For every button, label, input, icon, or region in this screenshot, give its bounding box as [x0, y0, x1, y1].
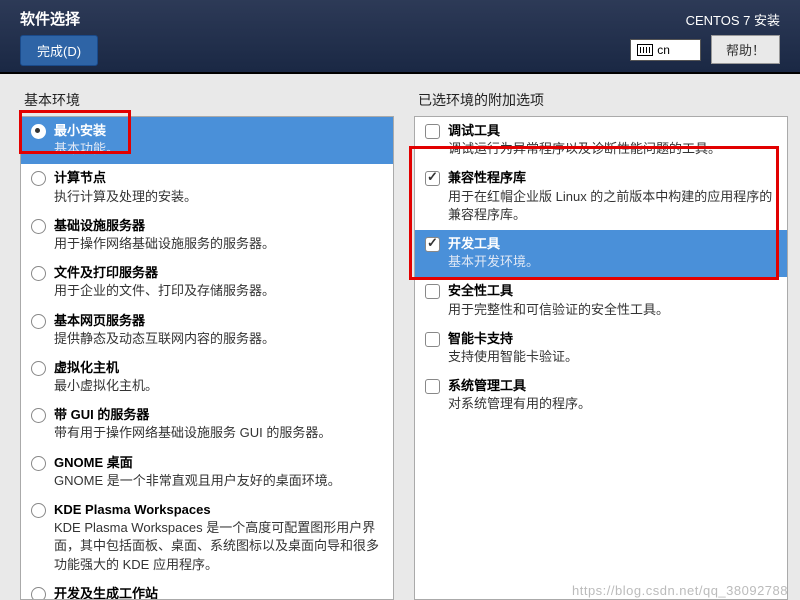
- option-title: 基础设施服务器: [54, 217, 385, 235]
- keyboard-layout-indicator[interactable]: cn: [630, 39, 701, 61]
- checkbox-icon: [425, 124, 440, 139]
- base-environment-scroll[interactable]: 最小安装基本功能。计算节点执行计算及处理的安装。基础设施服务器用于操作网络基础设…: [21, 117, 393, 599]
- option-title: 虚拟化主机: [54, 359, 385, 377]
- option-description: 支持使用智能卡验证。: [448, 348, 779, 366]
- option-description: KDE Plasma Workspaces 是一个高度可配置图形用户界面，其中包…: [54, 519, 385, 574]
- environment-option[interactable]: 基本网页服务器提供静态及动态互联网内容的服务器。: [21, 307, 393, 354]
- addons-scroll[interactable]: 调试工具调试运行为异常程序以及诊断性能问题的工具。兼容性程序库用于在红帽企业版 …: [415, 117, 787, 599]
- option-description: 带有用于操作网络基础设施服务 GUI 的服务器。: [54, 424, 385, 442]
- option-title: 开发及生成工作站: [54, 585, 385, 599]
- environment-option[interactable]: 带 GUI 的服务器带有用于操作网络基础设施服务 GUI 的服务器。: [21, 401, 393, 448]
- done-button[interactable]: 完成(D): [20, 35, 98, 66]
- option-description: 调试运行为异常程序以及诊断性能问题的工具。: [448, 140, 779, 158]
- addon-option[interactable]: 智能卡支持支持使用智能卡验证。: [415, 325, 787, 372]
- header-bar: 软件选择 完成(D) CENTOS 7 安装 cn 帮助！: [0, 0, 800, 74]
- addon-option[interactable]: 调试工具调试运行为异常程序以及诊断性能问题的工具。: [415, 117, 787, 164]
- environment-option[interactable]: 文件及打印服务器用于企业的文件、打印及存储服务器。: [21, 259, 393, 306]
- radio-icon: [31, 314, 46, 329]
- option-description: 对系统管理有用的程序。: [448, 395, 779, 413]
- environment-option[interactable]: 开发及生成工作站用于软件、硬件、图形或者内容开发的工作站。: [21, 580, 393, 599]
- environment-option[interactable]: 虚拟化主机最小虚拟化主机。: [21, 354, 393, 401]
- environment-option[interactable]: 计算节点执行计算及处理的安装。: [21, 164, 393, 211]
- option-title: 安全性工具: [448, 282, 779, 300]
- radio-icon: [31, 456, 46, 471]
- environment-option[interactable]: 最小安装基本功能。: [21, 117, 393, 164]
- option-title: 最小安装: [54, 122, 385, 140]
- base-environment-heading: 基本环境: [20, 90, 394, 110]
- installer-name: CENTOS 7 安装: [686, 10, 780, 29]
- checkbox-icon: [425, 284, 440, 299]
- option-description: 用于完整性和可信验证的安全性工具。: [448, 301, 779, 319]
- option-description: 用于企业的文件、打印及存储服务器。: [54, 282, 385, 300]
- watermark-text: https://blog.csdn.net/qq_38092788: [572, 583, 788, 598]
- option-title: 计算节点: [54, 169, 385, 187]
- option-description: 基本开发环境。: [448, 253, 779, 271]
- option-description: 用于操作网络基础设施服务的服务器。: [54, 235, 385, 253]
- option-title: KDE Plasma Workspaces: [54, 501, 385, 519]
- checkbox-icon: [425, 171, 440, 186]
- option-title: 智能卡支持: [448, 330, 779, 348]
- checkbox-icon: [425, 379, 440, 394]
- radio-icon: [31, 219, 46, 234]
- keyboard-icon: [637, 44, 653, 56]
- environment-option[interactable]: KDE Plasma WorkspacesKDE Plasma Workspac…: [21, 496, 393, 580]
- checkbox-icon: [425, 237, 440, 252]
- radio-icon: [31, 266, 46, 281]
- option-title: 带 GUI 的服务器: [54, 406, 385, 424]
- addons-column: 已选环境的附加选项 调试工具调试运行为异常程序以及诊断性能问题的工具。兼容性程序…: [414, 90, 788, 600]
- addon-option[interactable]: 系统管理工具对系统管理有用的程序。: [415, 372, 787, 419]
- addon-option[interactable]: 开发工具基本开发环境。: [415, 230, 787, 277]
- keyboard-layout-label: cn: [657, 43, 670, 57]
- option-title: 文件及打印服务器: [54, 264, 385, 282]
- radio-icon: [31, 503, 46, 518]
- radio-icon: [31, 124, 46, 139]
- option-title: GNOME 桌面: [54, 454, 385, 472]
- option-description: 最小虚拟化主机。: [54, 377, 385, 395]
- base-environment-list: 最小安装基本功能。计算节点执行计算及处理的安装。基础设施服务器用于操作网络基础设…: [20, 116, 394, 600]
- content-area: 基本环境 最小安装基本功能。计算节点执行计算及处理的安装。基础设施服务器用于操作…: [0, 74, 800, 600]
- radio-icon: [31, 171, 46, 186]
- environment-option[interactable]: GNOME 桌面GNOME 是一个非常直观且用户友好的桌面环境。: [21, 449, 393, 496]
- radio-icon: [31, 361, 46, 376]
- page-title: 软件选择: [20, 8, 98, 29]
- addon-option[interactable]: 安全性工具用于完整性和可信验证的安全性工具。: [415, 277, 787, 324]
- option-title: 开发工具: [448, 235, 779, 253]
- base-environment-column: 基本环境 最小安装基本功能。计算节点执行计算及处理的安装。基础设施服务器用于操作…: [20, 90, 394, 600]
- option-title: 兼容性程序库: [448, 169, 779, 187]
- help-button[interactable]: 帮助！: [711, 35, 780, 64]
- option-title: 调试工具: [448, 122, 779, 140]
- radio-icon: [31, 587, 46, 599]
- option-description: 基本功能。: [54, 140, 385, 158]
- radio-icon: [31, 408, 46, 423]
- option-title: 基本网页服务器: [54, 312, 385, 330]
- checkbox-icon: [425, 332, 440, 347]
- addons-heading: 已选环境的附加选项: [414, 90, 788, 110]
- environment-option[interactable]: 基础设施服务器用于操作网络基础设施服务的服务器。: [21, 212, 393, 259]
- option-description: 提供静态及动态互联网内容的服务器。: [54, 330, 385, 348]
- addon-option[interactable]: 兼容性程序库用于在红帽企业版 Linux 的之前版本中构建的应用程序的兼容程序库…: [415, 164, 787, 230]
- addons-list: 调试工具调试运行为异常程序以及诊断性能问题的工具。兼容性程序库用于在红帽企业版 …: [414, 116, 788, 600]
- option-title: 系统管理工具: [448, 377, 779, 395]
- option-description: 执行计算及处理的安装。: [54, 188, 385, 206]
- option-description: GNOME 是一个非常直观且用户友好的桌面环境。: [54, 472, 385, 490]
- option-description: 用于在红帽企业版 Linux 的之前版本中构建的应用程序的兼容程序库。: [448, 188, 779, 224]
